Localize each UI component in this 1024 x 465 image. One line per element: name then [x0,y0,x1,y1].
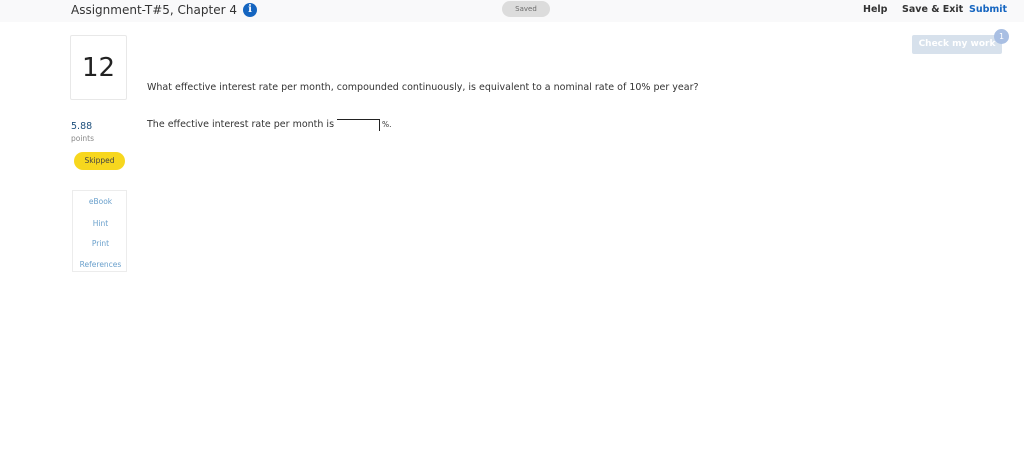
points-value: 5.88 [71,121,93,132]
save-exit-link[interactable]: Save & Exit [902,3,963,17]
info-icon[interactable]: i [242,3,257,17]
check-attempts-badge: 1 [994,29,1009,44]
answer-suffix-text: %. [382,120,392,129]
ebook-link[interactable]: eBook [73,197,128,207]
answer-input[interactable] [337,119,381,131]
resources-panel: eBook Hint Print References [72,190,127,272]
hint-link[interactable]: Hint [73,219,128,229]
check-my-work-button[interactable]: Check my work [912,35,1002,54]
submit-link[interactable]: Submit [969,3,1007,17]
points-label: points [71,134,95,143]
help-link[interactable]: Help [863,3,887,17]
saved-status-badge: Saved [502,1,550,17]
print-link[interactable]: Print [73,239,128,249]
skipped-status-badge: Skipped [74,152,125,170]
assignment-title: Assignment-T#5, Chapter 4 i [71,2,257,18]
references-link[interactable]: References [73,260,128,270]
question-prompt: What effective interest rate per month, … [147,82,699,93]
answer-prefix-text: The effective interest rate per month is [147,119,335,130]
top-bar: Assignment-T#5, Chapter 4 i Saved Help S… [0,0,1024,22]
assignment-title-text: Assignment-T#5, Chapter 4 [71,3,237,17]
answer-row: The effective interest rate per month is… [147,119,392,131]
question-number: 12 [70,35,127,100]
